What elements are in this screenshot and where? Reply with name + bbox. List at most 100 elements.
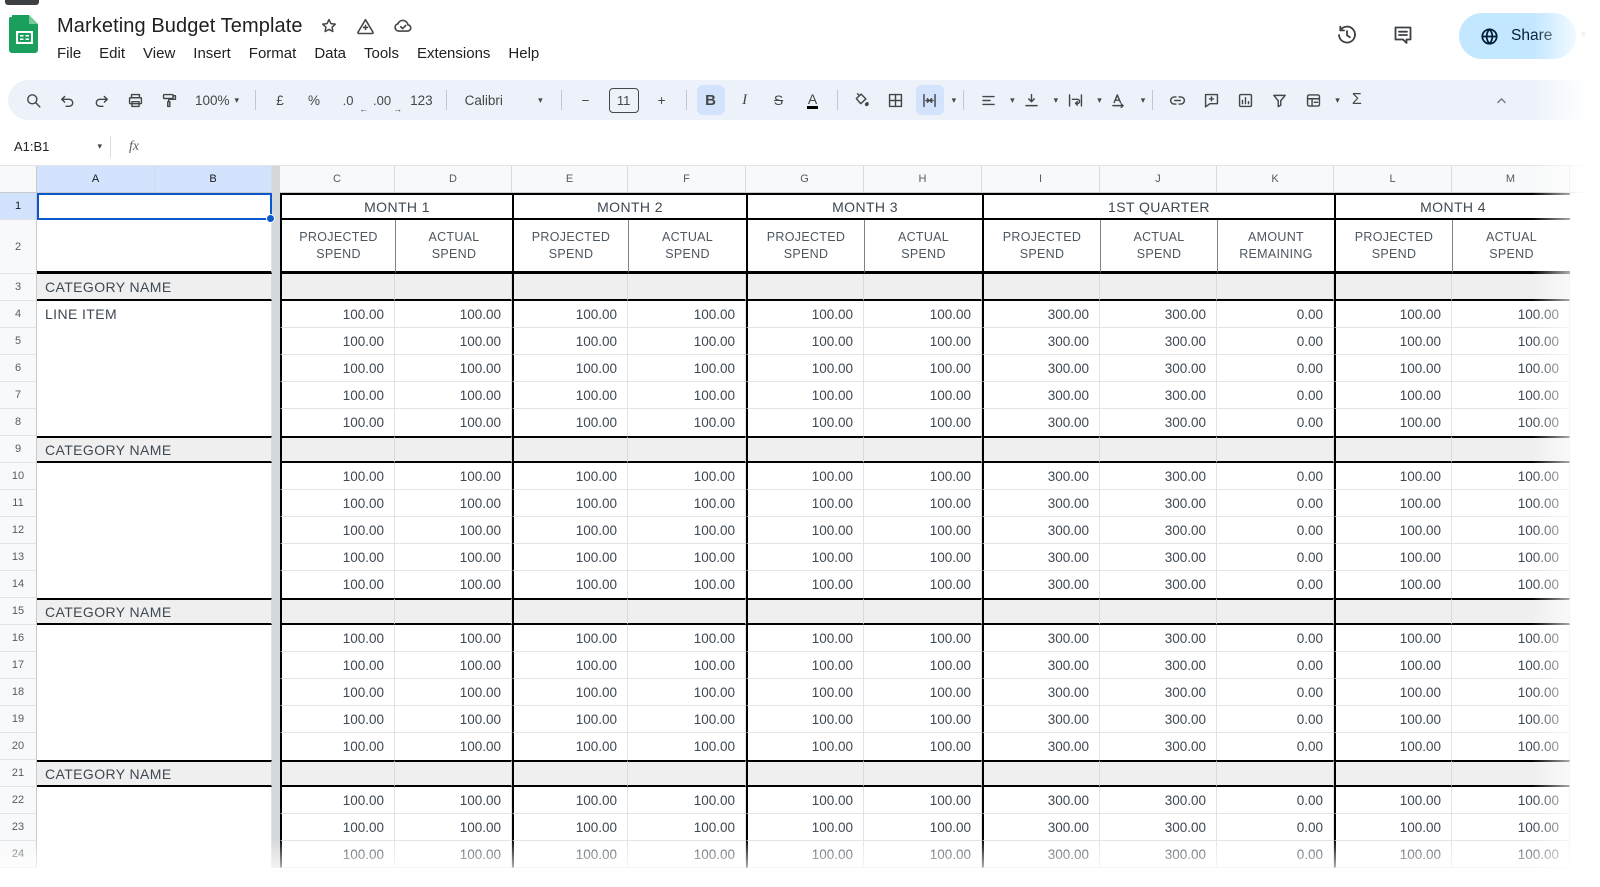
row-header-1[interactable]: 1 [0,193,37,220]
cell[interactable]: 100.00 [395,625,512,652]
cell[interactable]: 100.00 [628,409,746,436]
row-header-20[interactable]: 20 [0,733,37,760]
category-cell[interactable] [864,436,982,463]
cell[interactable]: 300.00 [1100,544,1217,571]
category-label[interactable]: CATEGORY NAME [37,274,272,301]
category-cell[interactable] [1100,760,1217,787]
cell[interactable]: 300.00 [1100,490,1217,517]
cell[interactable]: 100.00 [628,571,746,598]
selected-cell-A1:B1[interactable] [37,193,272,220]
cell[interactable]: 100.00 [280,733,395,760]
cell[interactable]: 300.00 [982,733,1100,760]
cell[interactable]: 100.00 [395,787,512,814]
cell[interactable]: 300.00 [1100,409,1217,436]
category-cell[interactable] [982,436,1100,463]
menu-view[interactable]: View [134,42,184,65]
horizontal-align-button[interactable] [974,85,1002,115]
cell[interactable]: 300.00 [982,679,1100,706]
cell[interactable]: 100.00 [864,409,982,436]
cell[interactable]: 100.00 [1334,679,1452,706]
horizontal-align-caret-icon[interactable]: ▾ [1010,95,1015,106]
cell[interactable]: 300.00 [982,706,1100,733]
row-header-24[interactable]: 24 [0,841,37,868]
star-icon[interactable] [319,16,339,36]
line-item-label[interactable] [37,787,272,868]
cell[interactable]: 100.00 [628,544,746,571]
category-cell[interactable] [512,598,628,625]
cell[interactable]: 100.00 [1452,787,1570,814]
borders-button[interactable] [882,85,910,115]
cell[interactable]: 100.00 [864,733,982,760]
cell[interactable]: 100.00 [746,679,864,706]
cell[interactable]: 300.00 [982,301,1100,328]
cell[interactable]: 100.00 [395,301,512,328]
cell[interactable]: 100.00 [1452,814,1570,841]
cell[interactable]: 100.00 [395,328,512,355]
category-cell[interactable] [1100,598,1217,625]
cell[interactable]: 100.00 [1334,787,1452,814]
category-cell[interactable] [746,598,864,625]
cell[interactable]: 100.00 [864,571,982,598]
category-cell[interactable] [1452,598,1570,625]
cell[interactable]: 100.00 [746,652,864,679]
category-label[interactable]: CATEGORY NAME [37,760,272,787]
category-label[interactable]: CATEGORY NAME [37,436,272,463]
text-rotation-button[interactable] [1105,85,1133,115]
cell[interactable]: 100.00 [746,517,864,544]
cell[interactable]: 100.00 [395,679,512,706]
cell[interactable]: 100.00 [628,301,746,328]
insert-chart-button[interactable] [1231,85,1259,115]
cell[interactable]: 100.00 [280,625,395,652]
cell[interactable]: 100.00 [1452,490,1570,517]
cell[interactable]: 300.00 [982,409,1100,436]
menu-edit[interactable]: Edit [90,42,134,65]
row-header-10[interactable]: 10 [0,463,37,490]
cell[interactable]: 300.00 [1100,517,1217,544]
cell[interactable]: 100.00 [864,301,982,328]
undo-button[interactable] [53,85,81,115]
fill-color-button[interactable] [848,85,876,115]
cell[interactable]: 100.00 [864,490,982,517]
insert-link-button[interactable] [1163,85,1191,115]
category-cell[interactable] [1334,274,1452,301]
category-cell[interactable] [628,274,746,301]
column-header-B[interactable]: B [155,166,272,193]
cell[interactable]: 100.00 [1334,382,1452,409]
category-cell[interactable] [1452,436,1570,463]
cell[interactable]: 100.00 [512,544,628,571]
category-cell[interactable] [1334,436,1452,463]
document-title[interactable]: Marketing Budget Template [57,15,303,38]
cell[interactable]: 100.00 [746,814,864,841]
cell[interactable]: 100.00 [1452,517,1570,544]
cell[interactable]: 300.00 [1100,463,1217,490]
cell[interactable]: 100.00 [395,517,512,544]
cell[interactable]: 300.00 [982,490,1100,517]
category-cell[interactable] [1100,274,1217,301]
cell[interactable]: 300.00 [982,463,1100,490]
zoom-select[interactable]: 100%▾ [189,85,245,115]
menu-help[interactable]: Help [499,42,548,65]
cell[interactable]: 100.00 [864,706,982,733]
cell[interactable]: 100.00 [746,301,864,328]
create-filter-button[interactable] [1265,85,1293,115]
column-header-L[interactable]: L [1334,166,1452,193]
cell[interactable]: 100.00 [395,706,512,733]
text-wrap-button[interactable] [1061,85,1089,115]
text-color-button[interactable]: A [799,85,827,115]
cell[interactable]: 100.00 [512,652,628,679]
cell[interactable]: 100.00 [746,355,864,382]
row-header-6[interactable]: 6 [0,355,37,382]
cell[interactable]: 0.00 [1217,328,1334,355]
cell[interactable]: 300.00 [982,625,1100,652]
font-size-input[interactable]: 11 [609,88,639,113]
cell[interactable]: 300.00 [982,382,1100,409]
vertical-align-caret-icon[interactable]: ▾ [1054,95,1059,106]
share-button[interactable]: Share [1459,13,1576,59]
cell[interactable]: 100.00 [512,841,628,868]
cell[interactable]: 100.00 [512,301,628,328]
category-cell[interactable] [280,436,395,463]
row-header-18[interactable]: 18 [0,679,37,706]
cell[interactable]: 100.00 [280,544,395,571]
text-rotation-caret-icon[interactable]: ▾ [1141,95,1146,106]
cell[interactable]: 0.00 [1217,571,1334,598]
